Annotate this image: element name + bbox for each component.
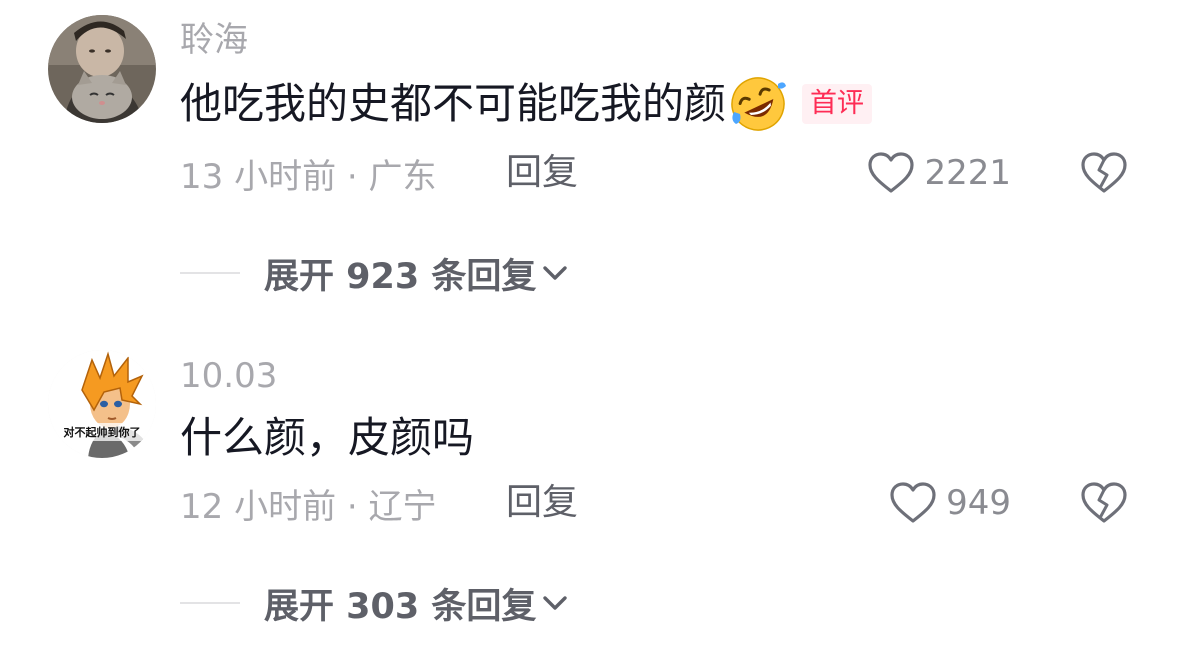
rolling-on-floor-laughing-icon bbox=[731, 77, 787, 131]
cartoon-character-icon: 对不起帅到你了 bbox=[48, 350, 156, 458]
like-button[interactable]: 949 bbox=[888, 480, 1011, 526]
chevron-down-icon bbox=[543, 596, 568, 610]
avatar-photo-icon bbox=[48, 15, 156, 123]
heart-icon bbox=[868, 152, 915, 193]
expand-replies-label: 展开 923 条回复 bbox=[264, 256, 537, 297]
chevron-down-icon bbox=[543, 266, 568, 280]
comment-text-row: 他吃我的史都不可能吃我的颜 首评 bbox=[180, 74, 873, 134]
heart-icon bbox=[890, 482, 936, 523]
username[interactable]: 10.03 bbox=[180, 356, 277, 396]
time-location: 12 小时前 · 辽宁 bbox=[180, 486, 437, 527]
expand-replies-button[interactable]: 展开 923 条回复 bbox=[180, 250, 570, 297]
comment-text: 他吃我的史都不可能吃我的颜 bbox=[180, 79, 727, 128]
username[interactable]: 聆海 bbox=[180, 20, 248, 60]
time-location: 13 小时前 · 广东 bbox=[180, 156, 437, 197]
avatar[interactable] bbox=[48, 15, 156, 123]
broken-heart-icon[interactable] bbox=[1079, 480, 1129, 526]
avatar[interactable]: 对不起帅到你了 bbox=[48, 350, 156, 458]
divider-line bbox=[180, 602, 240, 604]
like-count: 949 bbox=[946, 483, 1011, 523]
divider-line bbox=[180, 272, 240, 274]
comment-list: 聆海 他吃我的史都不可能吃我的颜 首评 13 小时前 · 广东 回复 2221 … bbox=[0, 0, 1179, 646]
like-button[interactable]: 2221 bbox=[866, 150, 1011, 196]
avatar-caption: 对不起帅到你了 bbox=[64, 425, 141, 439]
broken-heart-icon[interactable] bbox=[1079, 150, 1129, 196]
reply-button[interactable]: 回复 bbox=[506, 480, 578, 526]
expand-replies-label: 展开 303 条回复 bbox=[264, 586, 537, 627]
first-comment-badge: 首评 bbox=[802, 84, 873, 124]
comment-text-row: 什么颜，皮颜吗 bbox=[180, 408, 474, 468]
like-count: 2221 bbox=[924, 153, 1011, 193]
expand-replies-button[interactable]: 展开 303 条回复 bbox=[180, 580, 570, 627]
comment-text: 什么颜，皮颜吗 bbox=[180, 413, 475, 462]
reply-button[interactable]: 回复 bbox=[506, 150, 578, 196]
